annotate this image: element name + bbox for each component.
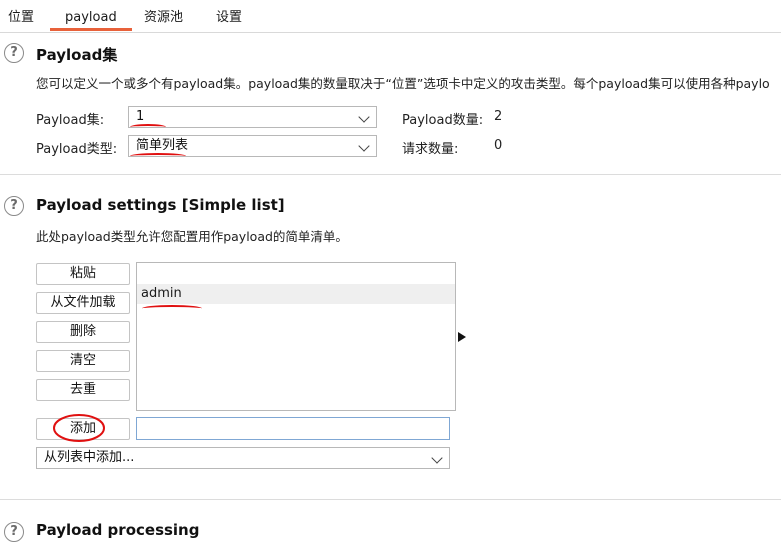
tab-bar: 位置 payload 资源池 设置 [0,0,781,33]
red-underline-annotation [130,153,186,159]
payload-settings-description: 此处payload类型允许您配置用作payload的简单清单。 [36,229,348,244]
payload-settings-title: Payload settings [Simple list] [36,196,285,214]
chevron-down-icon [358,111,370,123]
payload-list[interactable]: admin [136,262,456,411]
chevron-down-icon [358,140,370,152]
payload-type-label: Payload类型: [36,142,118,157]
request-count-label: 请求数量: [402,142,459,157]
payload-count-label: Payload数量: [402,113,484,128]
payload-sets-description: 您可以定义一个或多个有payload集。payload集的数量取决于“位置”选项… [36,76,770,91]
deduplicate-button[interactable]: 去重 [36,379,130,401]
payload-count-value: 2 [494,109,503,124]
payload-sets-title: Payload集 [36,46,118,64]
red-underline-annotation [142,305,202,312]
expand-arrow-icon[interactable] [457,331,467,343]
red-circle-annotation [53,414,105,442]
add-item-input[interactable] [136,417,450,440]
payload-set-select[interactable]: 1 [128,106,377,128]
clear-button[interactable]: 清空 [36,350,130,372]
help-icon[interactable]: ? [4,196,24,216]
payload-type-value: 简单列表 [136,138,189,153]
payload-set-label: Payload集: [36,113,105,128]
tab-payloads[interactable]: payload [50,0,132,31]
paste-button[interactable]: 粘贴 [36,263,130,285]
remove-button[interactable]: 删除 [36,321,130,343]
chevron-down-icon [431,452,443,464]
add-from-list-value: 从列表中添加... [44,450,135,465]
load-button[interactable]: 从文件加载 [36,292,130,314]
payload-processing-title: Payload processing [36,521,200,539]
section-divider [0,174,781,175]
request-count-value: 0 [494,138,503,153]
tab-positions[interactable]: 位置 [0,0,42,31]
help-icon[interactable]: ? [4,522,24,542]
payload-set-value: 1 [136,109,145,124]
help-icon[interactable]: ? [4,43,24,63]
list-item[interactable]: admin [137,284,455,304]
tab-settings[interactable]: 设置 [208,0,250,31]
section-divider [0,499,781,500]
red-underline-annotation [130,124,166,130]
tab-resource-pool[interactable]: 资源池 [136,0,191,31]
add-from-list-select[interactable]: 从列表中添加... [36,447,450,469]
